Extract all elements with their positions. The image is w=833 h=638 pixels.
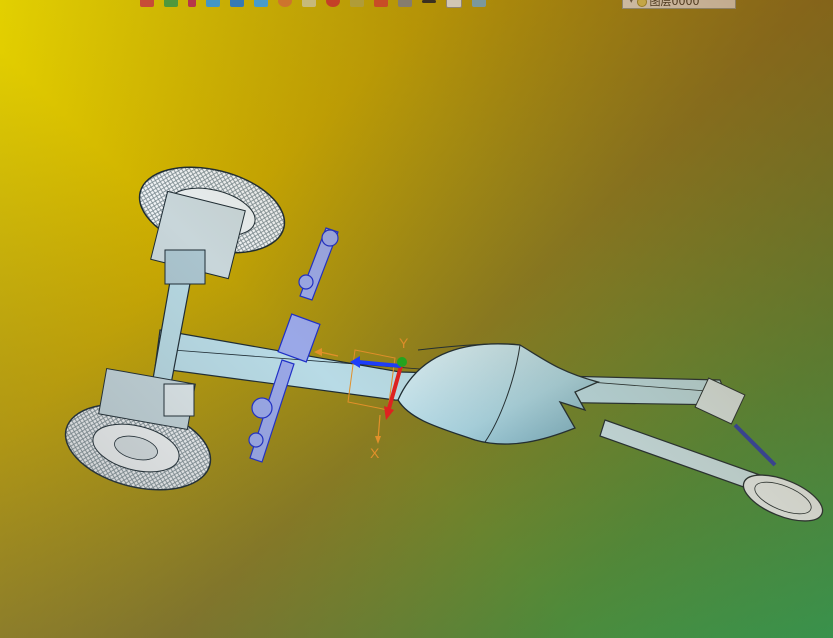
triad-x-label: X [370,445,380,461]
cad-viewport[interactable]: ▾ 图层0000 Y X [0,0,833,638]
rear-wheel-top [138,166,286,285]
steering-assembly [248,227,339,463]
model-canvas[interactable]: Y X [0,0,833,638]
fairing-body [397,343,600,445]
rear-wheel-bottom [64,367,212,491]
triad-y-label: Y [399,335,409,351]
